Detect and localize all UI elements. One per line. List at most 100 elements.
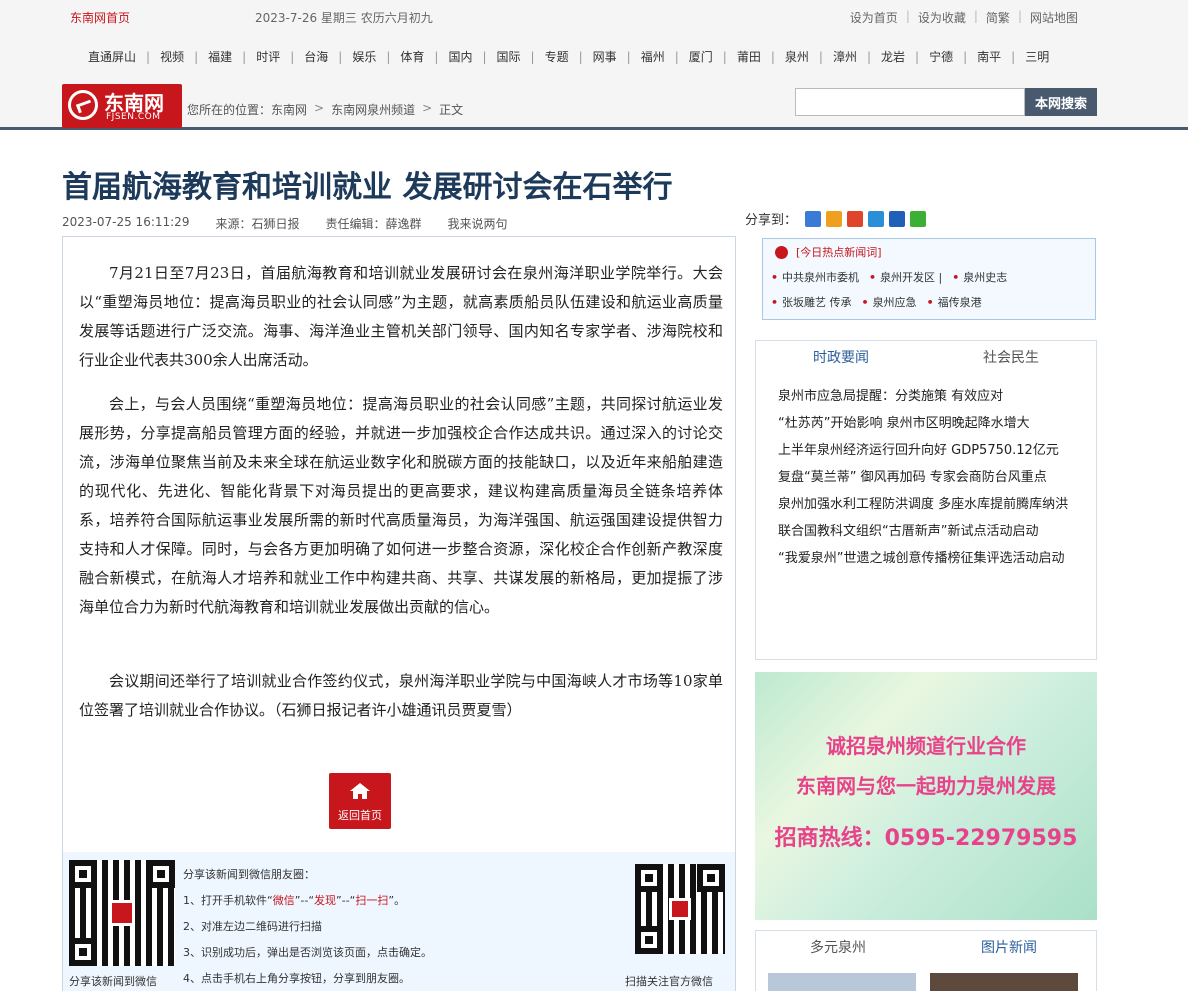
nav-link[interactable]: 厦门 [689, 50, 713, 64]
nav-link[interactable]: 专题 [545, 50, 569, 64]
article-qr-code [69, 860, 175, 966]
tab-politics[interactable]: 时政要闻 [756, 341, 926, 375]
separator: | [530, 50, 535, 64]
article-datetime: 2023-07-25 16:11:29 [62, 215, 190, 229]
news-list-item[interactable]: 泉州市应急局提醒：分类施策 有效应对 [778, 383, 1090, 410]
top-links: 设为首页 | 设为收藏 | 简繁 | 网站地图 [850, 9, 1078, 26]
news-thumbnail[interactable] [930, 973, 1078, 991]
nav-link[interactable]: 宁德 [929, 50, 953, 64]
share-renren-icon[interactable] [889, 210, 906, 227]
header: 东南网 FJSEN.COM 您所在的位置： 东南网 > 东南网泉州频道 > 正文… [0, 76, 1188, 130]
nav-link[interactable]: 视频 [160, 50, 184, 64]
nav-link[interactable]: 体育 [400, 50, 424, 64]
nav-link[interactable]: 国际 [497, 50, 521, 64]
news-thumbnail[interactable] [768, 973, 916, 991]
sitemap-link[interactable]: 网站地图 [1030, 9, 1078, 26]
tab-society[interactable]: 社会民生 [926, 341, 1096, 375]
breadcrumb-item-home[interactable]: 东南网 [271, 101, 307, 118]
share-wechat-icon[interactable] [910, 210, 927, 227]
hot-word-link[interactable]: 泉州史志 [963, 271, 1007, 284]
sidebar-news-box: 时政要闻 社会民生 泉州市应急局提醒：分类施策 有效应对 “杜苏芮”开始影响 泉州… [755, 340, 1097, 660]
hot-word-item[interactable]: • 泉州应急 [862, 294, 917, 310]
news-list-item[interactable]: 联合国教科文组织“古厝新声”新试点活动启动 [778, 518, 1090, 545]
step-text: ”--“ [336, 894, 356, 907]
nav-link[interactable]: 网事 [593, 50, 617, 64]
separator: | [770, 50, 775, 64]
separator: | [866, 50, 871, 64]
official-wechat-qr-code [635, 864, 725, 954]
share-bar: 分享到： [745, 209, 931, 228]
search-button[interactable]: 本网搜索 [1025, 88, 1097, 116]
nav-link[interactable]: 国内 [448, 50, 472, 64]
back-home-button[interactable]: 返回首页 [329, 773, 391, 829]
site-logo[interactable]: 东南网 FJSEN.COM [62, 84, 182, 128]
bullet: • [771, 271, 779, 284]
share-tencent-icon[interactable] [868, 210, 885, 227]
hot-word-item[interactable]: • 张坂雕艺 传承 [771, 294, 852, 310]
news-list-item[interactable]: “我爱泉州”世遗之城创意传播榜征集评选活动启动 [778, 545, 1090, 572]
nav-item: 厦门 | [689, 48, 737, 65]
simplified-traditional-link[interactable]: 简繁 [986, 9, 1010, 26]
qr-left-caption: 分享该新闻到微信 [69, 975, 157, 988]
news-list-item[interactable]: 复盘“莫兰蒂” 御风再加码 专家会商防台风重点 [778, 464, 1090, 491]
nav-link[interactable]: 龙岩 [881, 50, 905, 64]
nav-link[interactable]: 三明 [1025, 50, 1049, 64]
site-home-link[interactable]: 东南网首页 [70, 9, 130, 26]
nav-link[interactable]: 莆田 [737, 50, 761, 64]
nav-link[interactable]: 泉州 [785, 50, 809, 64]
ad-banner[interactable]: 诚招泉州频道行业合作 东南网与您一起助力泉州发展 招商热线：0595-22979… [755, 672, 1097, 920]
nav-link[interactable]: 娱乐 [352, 50, 376, 64]
hot-word-link[interactable]: 张坂雕艺 传承 [782, 296, 852, 309]
nav-link[interactable]: 福建 [208, 50, 232, 64]
nav-link[interactable]: 时评 [256, 50, 280, 64]
share-qzone-icon[interactable] [826, 210, 843, 227]
step-text: ”--“ [294, 894, 315, 907]
news-list-item[interactable]: 泉州加强水利工程防洪调度 多座水库提前腾库纳洪 [778, 491, 1090, 518]
share-label: 分享到： [745, 213, 798, 228]
step-text: 1、打开手机软件“ [183, 894, 273, 907]
top-bar: 东南网首页 2023-7-26 星期三 农历六月初九 设为首页 | 设为收藏 |… [0, 0, 1188, 34]
set-homepage-link[interactable]: 设为首页 [850, 9, 898, 26]
breadcrumb-item-quanzhou[interactable]: 东南网泉州频道 [331, 101, 415, 118]
hot-word-item[interactable]: • 泉州史志 [952, 269, 1007, 285]
search-input[interactable] [795, 88, 1025, 116]
hot-words-row: • 张坂雕艺 传承 • 泉州应急 • 福传泉港 [771, 294, 992, 310]
tab-diverse-quanzhou[interactable]: 多元泉州 [810, 937, 866, 957]
separator: | [146, 50, 151, 64]
wechat-step-3: 3、识别成功后，弹出是否浏览该页面，点击确定。 [183, 946, 432, 959]
article-paragraph: 7月21日至7月23日，首届航海教育和培训就业发展研讨会在泉州海洋职业学院举行。… [79, 264, 723, 369]
separator: | [973, 9, 978, 23]
logo-mark-icon [68, 90, 98, 120]
hot-word-link[interactable]: 福传泉港 [938, 296, 982, 309]
tab-photo-news[interactable]: 图片新闻 [981, 937, 1037, 957]
separator: | [1011, 50, 1016, 64]
nav-link[interactable]: 南平 [977, 50, 1001, 64]
share-more-icon[interactable] [805, 210, 822, 227]
hot-word-item[interactable]: • 中共泉州市委机 [771, 269, 859, 285]
nav-item: 国际 | [497, 48, 545, 65]
news-list-item[interactable]: 上半年泉州经济运行回升向好 GDP5750.12亿元 [778, 437, 1090, 464]
nav-link[interactable]: 漳州 [833, 50, 857, 64]
article-paragraph: 会上，与会人员围绕“重塑海员地位：提高海员职业的社会认同感”主题，共同探讨航运业… [79, 395, 723, 616]
hot-word-item[interactable]: • 泉州开发区 | [869, 269, 942, 285]
nav-link[interactable]: 福州 [641, 50, 665, 64]
share-weibo-icon[interactable] [847, 210, 864, 227]
hot-word-link[interactable]: 泉州开发区 [880, 271, 935, 284]
nav-item: 专题 | [545, 48, 593, 65]
comment-link[interactable]: 我来说两句 [447, 215, 507, 232]
hot-word-link[interactable]: 泉州应急 [873, 296, 917, 309]
hot-word-item[interactable]: • 福传泉港 [927, 294, 982, 310]
nav-item: 台海 | [304, 48, 352, 65]
ad-hotline: 招商热线：0595-22979595 [774, 826, 1078, 851]
nav-item: 时评 | [256, 48, 304, 65]
nav-link[interactable]: 台海 [304, 50, 328, 64]
nav-item: 福州 | [641, 48, 689, 65]
news-list: 泉州市应急局提醒：分类施策 有效应对 “杜苏芮”开始影响 泉州市区明晚起降水增大上… [778, 383, 1090, 572]
news-list-item[interactable]: “杜苏芮”开始影响 泉州市区明晚起降水增大 [778, 410, 1090, 437]
hot-word-link[interactable]: 中共泉州市委机 [782, 271, 859, 284]
article-source: 来源：石狮日报 [215, 217, 300, 231]
nav-link[interactable]: 直通屏山 [88, 50, 136, 64]
add-favorite-link[interactable]: 设为收藏 [918, 9, 966, 26]
breadcrumb-prefix: 您所在的位置： [187, 103, 272, 117]
news-tabs: 时政要闻 社会民生 [756, 341, 1096, 375]
